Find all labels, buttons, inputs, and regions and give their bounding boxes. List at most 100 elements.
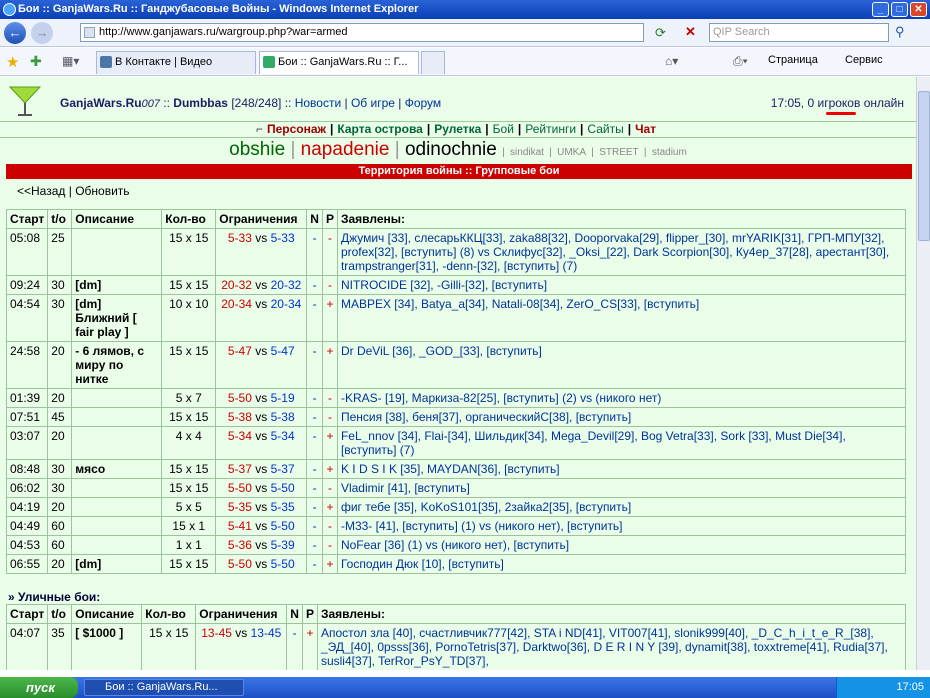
print-icon[interactable]: ⎙▾ — [733, 54, 748, 69]
scrollbar-thumb[interactable] — [918, 91, 930, 241]
cell-p[interactable]: - — [321, 388, 338, 408]
cell-players[interactable]: FeL_nnov [34], Flai-[34], Шильдик[34], M… — [336, 426, 907, 460]
close-button[interactable]: ✕ — [910, 2, 927, 17]
cell-players[interactable]: МАВРЕХ [34], Batya_a[34], Natali-08[34],… — [336, 294, 907, 342]
cell-n[interactable]: - — [306, 294, 323, 342]
stop-icon[interactable]: ✕ — [685, 24, 696, 40]
players-list[interactable]: FeL_nnov [34], Flai-[34], Шильдик[34], M… — [341, 429, 846, 457]
cell-n[interactable]: - — [306, 388, 323, 408]
players-list[interactable]: фиг тебе [35], KoKoS101[35], 2зайка2[35]… — [341, 500, 631, 514]
page-menu[interactable]: Страница — [768, 54, 818, 66]
cell-players[interactable]: Господин Дюк [10], [вступить] — [336, 554, 907, 574]
new-tab-button[interactable] — [421, 51, 445, 74]
cat-odinochnie[interactable]: odinochnie — [405, 139, 497, 160]
cell-p[interactable]: + — [321, 497, 338, 517]
players-list[interactable]: Vladimir [41], [вступить] — [341, 481, 470, 495]
cat-street[interactable]: STREET — [599, 147, 638, 158]
cell-players[interactable]: Пенсия [38], беня[37], органическийС[38]… — [336, 407, 907, 427]
cell-n[interactable]: - — [306, 459, 323, 479]
nav-about[interactable]: Об игре — [351, 96, 395, 110]
cell-players[interactable]: -KRAS- [19], Маркиза-82[25], [вступить] … — [336, 388, 907, 408]
service-menu[interactable]: Сервис — [845, 54, 883, 66]
cell-n[interactable]: - — [306, 516, 323, 536]
menu-character[interactable]: Персонаж — [267, 122, 326, 136]
vertical-scrollbar[interactable] — [916, 77, 930, 670]
cat-stadium[interactable]: stadium — [652, 147, 687, 158]
cell-n[interactable]: - — [306, 497, 323, 517]
cell-players[interactable]: Dr DeViL [36], _GOD_[33], [вступить] — [336, 341, 907, 389]
cell-p[interactable]: + — [321, 554, 338, 574]
cell-n[interactable]: - — [306, 407, 323, 427]
cell-players[interactable]: Джумич [33], слесарьККЦ[33], zaka88[32],… — [336, 228, 907, 276]
minimize-button[interactable]: _ — [872, 2, 889, 17]
menu-chat[interactable]: Чат — [635, 122, 656, 136]
cell-players[interactable]: NITROCIDE [32], -Gilli-[32], [вступить] — [336, 275, 907, 295]
add-favorite-icon[interactable]: ✚ — [30, 53, 42, 70]
players-list[interactable]: МАВРЕХ [34], Batya_a[34], Natali-08[34],… — [341, 297, 699, 311]
cell-players[interactable]: -M33- [41], [вступить] (1) vs (никого не… — [336, 516, 907, 536]
refresh-icon[interactable]: ⟳ — [655, 25, 666, 41]
cell-players[interactable]: фиг тебе [35], KoKoS101[35], 2зайка2[35]… — [336, 497, 907, 517]
cat-obshie[interactable]: obshie — [229, 139, 285, 160]
search-input[interactable]: QIP Search — [709, 23, 889, 42]
cell-p[interactable]: + — [321, 459, 338, 479]
back-button[interactable]: ← — [4, 22, 26, 44]
user-name[interactable]: Dumbbas — [173, 96, 228, 110]
cell-n[interactable]: - — [306, 426, 323, 460]
search-icon[interactable]: ⚲ — [895, 24, 905, 40]
cell-p[interactable]: + — [321, 294, 338, 342]
menu-battle[interactable]: Бой — [493, 122, 514, 136]
cell-players[interactable]: Vladimir [41], [вступить] — [336, 478, 907, 498]
menu-map[interactable]: Карта острова — [337, 122, 422, 136]
menu-ratings[interactable]: Рейтинги — [525, 122, 576, 136]
site-logo-text[interactable]: GanjaWars.Ru — [60, 96, 142, 110]
nav-forum[interactable]: Форум — [405, 96, 441, 110]
tab-vkontakte[interactable]: В Контакте | Видео — [96, 51, 256, 74]
online-count[interactable]: 0 игроков онлайн — [807, 96, 904, 110]
cell-p[interactable]: - — [321, 228, 338, 276]
cell-n[interactable]: - — [306, 554, 323, 574]
forward-button[interactable]: → — [31, 22, 53, 44]
maximize-button[interactable]: □ — [891, 2, 908, 17]
nav-news[interactable]: Новости — [295, 96, 341, 110]
players-list[interactable]: NoFear [36] (1) vs (никого нет), [вступи… — [341, 538, 569, 552]
menu-roulette[interactable]: Рулетка — [434, 122, 481, 136]
back-link[interactable]: <<Назад — [17, 184, 65, 198]
players-list[interactable]: Апостол зла [40], счастливчик777[42], ST… — [321, 626, 888, 668]
cell-n[interactable]: - — [306, 535, 323, 555]
cell-p[interactable]: - — [321, 478, 338, 498]
players-list[interactable]: -M33- [41], [вступить] (1) vs (никого не… — [341, 519, 623, 533]
cell-p[interactable]: + — [321, 426, 338, 460]
menu-sites[interactable]: Сайты — [587, 122, 623, 136]
cell-p[interactable]: + — [321, 341, 338, 389]
cell-n[interactable]: - — [306, 275, 323, 295]
cell-p[interactable]: - — [321, 535, 338, 555]
cat-umka[interactable]: UMKA — [557, 147, 586, 158]
refresh-link[interactable]: Обновить — [75, 184, 129, 198]
cell-players[interactable]: K I D S I K [35], MAYDAN[36], [вступить] — [336, 459, 907, 479]
cell-players[interactable]: NoFear [36] (1) vs (никого нет), [вступи… — [336, 535, 907, 555]
cat-sindikat[interactable]: sindikat — [510, 147, 544, 158]
players-list[interactable]: Господин Дюк [10], [вступить] — [341, 557, 504, 571]
cell-p[interactable]: - — [321, 275, 338, 295]
players-list[interactable]: -KRAS- [19], Маркиза-82[25], [вступить] … — [341, 391, 661, 405]
players-list[interactable]: Джумич [33], слесарьККЦ[33], zaka88[32],… — [341, 231, 889, 273]
cell-n[interactable]: - — [306, 478, 323, 498]
cell-n[interactable]: - — [306, 228, 323, 276]
home-icon[interactable]: ⌂▾ — [665, 54, 678, 68]
cell-n[interactable]: - — [286, 623, 303, 670]
taskbar-item-ie[interactable]: Бои :: GanjaWars.Ru... — [84, 679, 244, 696]
players-list[interactable]: Пенсия [38], беня[37], органическийС[38]… — [341, 410, 631, 424]
cell-p[interactable]: + — [301, 623, 318, 670]
start-button[interactable]: пуск — [0, 677, 78, 698]
cell-n[interactable]: - — [306, 341, 323, 389]
players-list[interactable]: K I D S I K [35], MAYDAN[36], [вступить] — [341, 462, 560, 476]
favorites-star-icon[interactable]: ★ — [6, 53, 19, 71]
cat-napadenie[interactable]: napadenie — [301, 139, 390, 160]
players-list[interactable]: NITROCIDE [32], -Gilli-[32], [вступить] — [341, 278, 547, 292]
cell-players[interactable]: Апостол зла [40], счастливчик777[42], ST… — [316, 623, 907, 670]
address-bar[interactable]: http://www.ganjawars.ru/wargroup.php?war… — [80, 23, 644, 42]
quick-tabs-icon[interactable]: ▦▾ — [62, 54, 79, 68]
cell-p[interactable]: - — [321, 407, 338, 427]
cell-p[interactable]: - — [321, 516, 338, 536]
